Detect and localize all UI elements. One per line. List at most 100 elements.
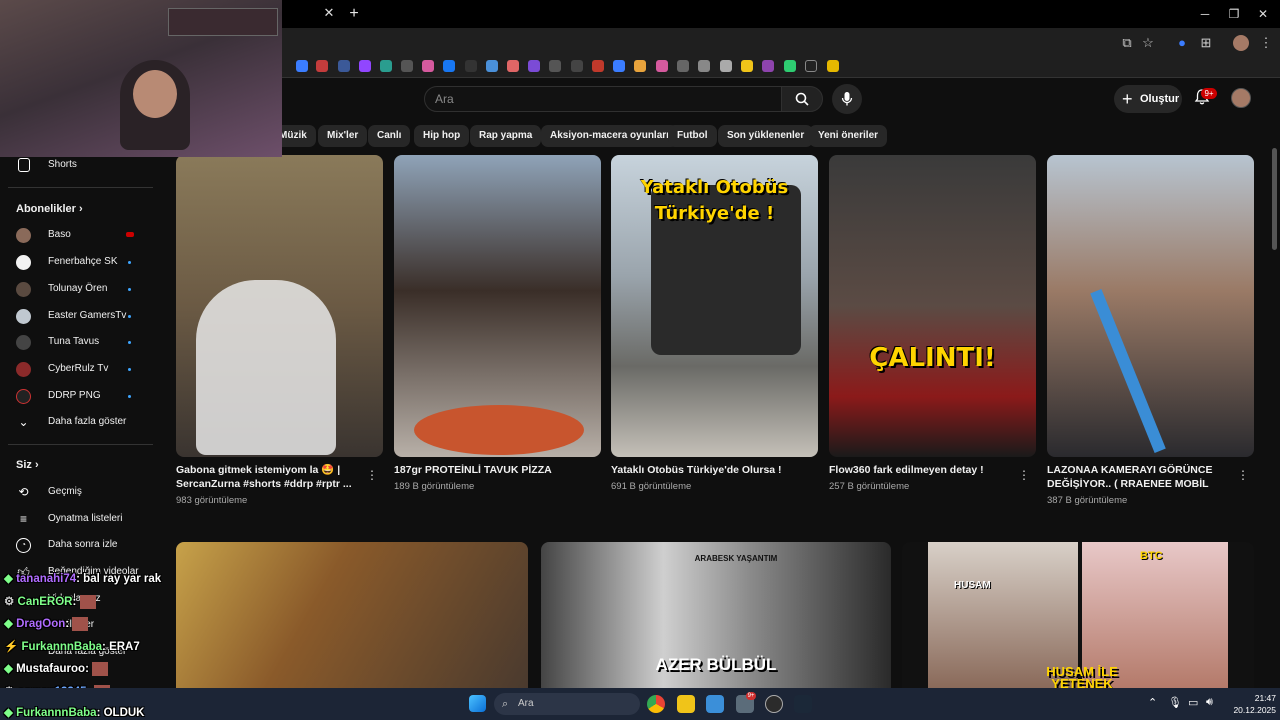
- bookmark-icon[interactable]: [741, 60, 753, 72]
- chip-mixes[interactable]: Mix'ler: [318, 125, 368, 147]
- bookmark-icon[interactable]: [762, 60, 774, 72]
- video-thumbnail[interactable]: [176, 542, 528, 688]
- profile-avatar-icon[interactable]: [1233, 35, 1249, 51]
- video-menu-icon[interactable]: ⋮: [1237, 468, 1249, 482]
- video-thumbnail[interactable]: [176, 155, 383, 457]
- bookmark-icon[interactable]: [677, 60, 689, 72]
- sidebar-item-subscription[interactable]: Baso: [0, 223, 160, 247]
- chip-live[interactable]: Canlı: [368, 125, 411, 147]
- volume-icon[interactable]: 🔊︎: [1206, 696, 1213, 709]
- bookmark-icon[interactable]: [316, 60, 328, 72]
- search-input[interactable]: Ara: [424, 86, 782, 112]
- bookmark-icon[interactable]: [634, 60, 646, 72]
- new-content-dot: [128, 368, 131, 371]
- sidebar-item-subscription[interactable]: Fenerbahçe SK: [0, 250, 160, 274]
- network-icon[interactable]: ▭: [1188, 696, 1198, 709]
- scrollbar-thumb[interactable]: [1272, 148, 1277, 250]
- chip-action-adventure[interactable]: Aksiyon-macera oyunları: [541, 125, 678, 147]
- clock[interactable]: 21:47 20.12.2025: [1224, 692, 1276, 716]
- sidebar-item-subscription[interactable]: Tolunay Ören: [0, 277, 160, 301]
- minimize-icon[interactable]: ─: [1193, 4, 1217, 24]
- extension-icon[interactable]: ●: [1174, 35, 1190, 51]
- video-thumbnail[interactable]: ÇALINTI!: [829, 155, 1036, 457]
- video-menu-icon[interactable]: ⋮: [366, 468, 378, 482]
- bookmark-icon[interactable]: [571, 60, 583, 72]
- maximize-icon[interactable]: ❐: [1222, 4, 1246, 24]
- video-thumbnail[interactable]: HUSAM BTC HUSAM İLE YETENEK: [902, 542, 1254, 688]
- create-button[interactable]: + Oluştur: [1114, 85, 1182, 113]
- tab-close-icon[interactable]: ✕: [321, 5, 337, 21]
- bookmark-icon[interactable]: [296, 60, 308, 72]
- thumbnail-text: HUSAM İLE YETENEK: [1002, 665, 1162, 688]
- video-title[interactable]: Flow360 fark edilmeyen detay !: [829, 463, 1019, 477]
- bookmark-icon[interactable]: [465, 60, 477, 72]
- windows-start-icon[interactable]: [469, 695, 486, 712]
- bookmark-icon[interactable]: [401, 60, 413, 72]
- new-content-dot: [128, 341, 131, 344]
- sidebar-item-subscription[interactable]: Easter GamersTv: [0, 304, 160, 328]
- sidebar-item-subscription[interactable]: DDRP PNG: [0, 384, 160, 408]
- bookmark-icon[interactable]: [720, 60, 732, 72]
- bookmark-icon[interactable]: [338, 60, 350, 72]
- folder-icon[interactable]: [827, 60, 839, 72]
- close-window-icon[interactable]: ✕: [1251, 4, 1275, 24]
- cast-icon[interactable]: ⧉: [1119, 35, 1135, 51]
- video-thumbnail[interactable]: [394, 155, 601, 457]
- thumbnail-text: HUSAM: [954, 580, 991, 591]
- chip-recently-uploaded[interactable]: Son yüklenenler: [718, 125, 814, 147]
- subscriptions-header[interactable]: Abonelikler ›: [16, 203, 83, 215]
- sidebar-item-playlists[interactable]: ≡ Oynatma listeleri: [0, 507, 160, 531]
- video-views: 387 B görüntüleme: [1047, 495, 1128, 506]
- you-header[interactable]: Siz ›: [16, 459, 39, 471]
- bookmark-icon[interactable]: [359, 60, 371, 72]
- bookmark-icon[interactable]: [656, 60, 668, 72]
- sidebar-show-more[interactable]: ⌄ Daha fazla göster: [0, 410, 160, 434]
- bookmark-icon[interactable]: [528, 60, 540, 72]
- chat-badge-icon: ⚡: [4, 641, 19, 653]
- bookmark-icon[interactable]: [784, 60, 796, 72]
- chevron-up-icon[interactable]: ⌃: [1148, 696, 1157, 709]
- video-title[interactable]: Gabona gitmek istemiyom la 🤩 | SercanZur…: [176, 463, 366, 491]
- menu-kebab-icon[interactable]: ⋮: [1258, 35, 1274, 51]
- bookmark-icon[interactable]: [592, 60, 604, 72]
- steam-icon[interactable]: [794, 695, 812, 713]
- video-title[interactable]: Yataklı Otobüs Türkiye'de Olursa !: [611, 463, 801, 477]
- video-thumbnail[interactable]: ARABESK YAŞANTIM AZER BÜLBÜL: [541, 542, 891, 688]
- bookmark-icon[interactable]: [613, 60, 625, 72]
- sidebar-item-watch-later[interactable]: ◔ Daha sonra izle: [0, 533, 160, 557]
- voice-search-button[interactable]: [832, 84, 862, 114]
- thumbnail-lanyard: [1090, 289, 1166, 453]
- chip-new-recommendations[interactable]: Yeni öneriler: [809, 125, 888, 147]
- thumbnail-text-line: Yataklı Otobüs: [640, 177, 789, 198]
- bookmark-icon[interactable]: [507, 60, 519, 72]
- chip-rap[interactable]: Rap yapma: [470, 125, 542, 147]
- video-menu-icon[interactable]: ⋮: [1018, 468, 1030, 482]
- video-thumbnail[interactable]: [1047, 155, 1254, 457]
- file-explorer-icon[interactable]: [677, 695, 695, 713]
- bookmark-star-icon[interactable]: ☆: [1140, 35, 1156, 51]
- video-title[interactable]: LAZONAA KAMERAYI GÖRÜNCE DEĞİŞİYOR.. ( R…: [1047, 463, 1237, 491]
- search-button[interactable]: [781, 86, 823, 112]
- taskbar-search[interactable]: ⌕ Ara: [494, 693, 640, 715]
- app-icon[interactable]: [765, 695, 783, 713]
- chip-hip-hop[interactable]: Hip hop: [414, 125, 470, 147]
- chip-football[interactable]: Futbol: [668, 125, 717, 147]
- store-icon[interactable]: [706, 695, 724, 713]
- bookmark-icon[interactable]: [549, 60, 561, 72]
- sidebar-item-history[interactable]: ⟲ Geçmiş: [0, 480, 160, 504]
- bookmark-icon[interactable]: [698, 60, 710, 72]
- bookmark-icon[interactable]: [486, 60, 498, 72]
- bookmark-icon[interactable]: [443, 60, 455, 72]
- video-title[interactable]: 187gr PROTEİNLİ TAVUK PİZZA: [394, 463, 584, 477]
- sidebar-item-subscription[interactable]: CyberRulz Tv: [0, 357, 160, 381]
- new-tab-button[interactable]: +: [344, 4, 364, 24]
- account-avatar[interactable]: [1231, 88, 1251, 108]
- bookmark-icon[interactable]: [805, 60, 817, 72]
- video-thumbnail[interactable]: Yataklı Otobüs Türkiye'de !: [611, 155, 818, 457]
- bookmark-icon[interactable]: [380, 60, 392, 72]
- bookmark-icon[interactable]: [422, 60, 434, 72]
- microphone-icon[interactable]: 🎙︎: [1168, 696, 1182, 709]
- sidebar-item-subscription[interactable]: Tuna Tavus: [0, 330, 160, 354]
- chrome-icon[interactable]: [647, 695, 665, 713]
- extensions-puzzle-icon[interactable]: ⊞: [1198, 35, 1214, 51]
